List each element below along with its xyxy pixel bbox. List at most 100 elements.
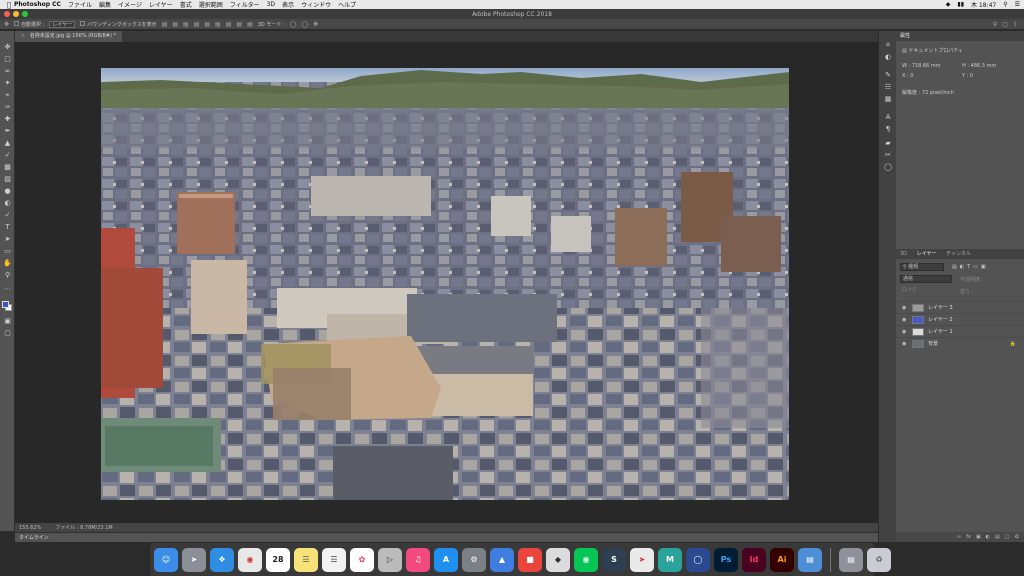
maps-icon[interactable]: ➤ — [630, 547, 654, 572]
menu-3d[interactable]: 3D — [267, 1, 275, 8]
launchpad-icon[interactable]: ➤ — [182, 547, 206, 572]
chrome-icon[interactable]: ◉ — [238, 547, 262, 572]
illustrator-icon[interactable]: Ai — [770, 547, 794, 572]
cinema4d-icon[interactable]: ◯ — [686, 547, 710, 572]
screen-mode-icon[interactable]: ▢ — [3, 329, 12, 338]
blur-tool-icon[interactable]: ● — [3, 187, 12, 196]
filter-pixel-icon[interactable]: ▤ — [952, 264, 957, 270]
type-tool-icon[interactable]: T — [3, 223, 12, 232]
keynote-icon[interactable]: ▷ — [378, 547, 402, 572]
color-panel-icon[interactable]: ◐ — [884, 53, 892, 61]
filter-adjust-icon[interactable]: ◐ — [960, 264, 964, 270]
properties-panel-icon[interactable]: ☷ — [884, 83, 892, 91]
menu-window[interactable]: ウィンドウ — [301, 0, 331, 9]
battery-icon[interactable]: ▮▮ — [957, 1, 964, 8]
healing-brush-tool-icon[interactable]: ✚ — [3, 115, 12, 124]
rhino-icon[interactable]: ◆ — [546, 547, 570, 572]
filter-type-icon[interactable]: T — [967, 264, 970, 270]
auto-select-target-dropdown[interactable]: レイヤー — [49, 20, 76, 28]
tab-layers[interactable]: レイヤー — [917, 251, 937, 257]
fx-icon[interactable]: fx — [966, 532, 971, 542]
path-selection-tool-icon[interactable]: ➤ — [3, 235, 12, 244]
link-layers-icon[interactable]: ∞ — [957, 532, 961, 542]
layer-filter-dropdown[interactable]: ⚲ 種類 — [900, 263, 944, 271]
notification-center-icon[interactable]: ☰ — [1015, 1, 1020, 8]
gradient-tool-icon[interactable]: ▧ — [3, 175, 12, 184]
apple-icon[interactable]:  — [4, 1, 14, 9]
line-icon[interactable]: ◉ — [574, 547, 598, 572]
menubar-clock[interactable]: 木 18:47 — [971, 0, 996, 9]
swatches-panel-icon[interactable]: ▦ — [884, 95, 892, 103]
reminders-icon[interactable]: ☰ — [322, 547, 346, 572]
preview-icon[interactable]: ▤ — [798, 547, 822, 572]
menu-select[interactable]: 選択範囲 — [199, 0, 223, 9]
distribute-h-icon[interactable]: ▤ — [236, 21, 242, 28]
character-panel-icon[interactable]: A — [884, 113, 892, 121]
stamp-tool-icon[interactable]: ▲ — [3, 139, 12, 148]
zoom-tool-icon[interactable]: ⚲ — [3, 271, 12, 280]
photoshop-icon[interactable]: Ps — [714, 547, 738, 572]
zoom-window-button[interactable] — [22, 11, 28, 17]
zoom-level[interactable]: 155.62% — [19, 525, 41, 531]
align-middle-icon[interactable]: ▤ — [172, 21, 178, 28]
align-center-icon[interactable]: ▤ — [204, 21, 210, 28]
add-mask-icon[interactable]: ▣ — [976, 532, 981, 542]
trash-icon[interactable]: ♻ — [1015, 532, 1019, 542]
properties-tab[interactable]: 属性 — [900, 33, 910, 39]
layer-row[interactable]: ◉ レイヤー 3 — [896, 301, 1024, 313]
magic-wand-tool-icon[interactable]: ✦ — [3, 79, 12, 88]
layer-row[interactable]: ◉ レイヤー 1 — [896, 325, 1024, 337]
width-value[interactable]: 718.66 mm — [912, 63, 941, 69]
align-left-icon[interactable]: ▤ — [194, 21, 200, 28]
eyedropper-tool-icon[interactable]: ✑ — [3, 103, 12, 112]
muse-icon[interactable]: M — [658, 547, 682, 572]
crop-tool-icon[interactable]: ⌖ — [3, 91, 12, 100]
filter-smart-icon[interactable]: ▣ — [981, 264, 986, 270]
sketchbook-icon[interactable]: S — [602, 547, 626, 572]
wifi-icon[interactable]: ◆ — [946, 1, 951, 8]
bbox-option[interactable]: バウンディングボックスを表示 — [80, 20, 157, 28]
foreground-color-swatch[interactable] — [2, 301, 9, 308]
bbox-checkbox[interactable] — [80, 20, 86, 26]
hand-tool-icon[interactable]: ✋ — [3, 259, 12, 268]
distribute-icon[interactable]: ▤ — [226, 21, 232, 28]
close-window-button[interactable] — [4, 11, 10, 17]
new-group-icon[interactable]: ▤ — [995, 532, 1000, 542]
align-top-icon[interactable]: ▤ — [162, 21, 168, 28]
shape-tool-icon[interactable]: ▭ — [3, 247, 12, 256]
layer-row[interactable]: ◉ 背景 🔒 — [896, 337, 1024, 349]
indesign-icon[interactable]: Id — [742, 547, 766, 572]
3d-pan-icon[interactable]: ✥ — [313, 21, 318, 28]
document-tab[interactable]: × 名称未設定.jpg @ 156% (RGB/8#) * — [15, 31, 123, 42]
move-tool-icon[interactable]: ✥ — [3, 43, 12, 52]
affinity-icon[interactable]: ▲ — [490, 547, 514, 572]
new-layer-icon[interactable]: □ — [1005, 532, 1010, 542]
lasso-tool-icon[interactable]: ∞ — [3, 67, 12, 76]
menu-edit[interactable]: 編集 — [99, 0, 111, 9]
timeline-panel-tab[interactable]: タイムライン — [15, 532, 878, 542]
photos-icon[interactable]: ✿ — [350, 547, 374, 572]
blend-mode-dropdown[interactable]: 通常 — [900, 275, 952, 283]
more-tools-icon[interactable]: ⋯ — [3, 285, 12, 294]
canvas-workspace[interactable] — [15, 42, 878, 523]
trash-icon[interactable]: ♻ — [867, 547, 891, 572]
tab-3d[interactable]: 3D — [900, 251, 907, 257]
menu-layer[interactable]: レイヤー — [149, 0, 173, 9]
lock-icon[interactable]: 🔒 — [1010, 338, 1016, 350]
workspace-icon[interactable]: ▢ — [1002, 21, 1008, 28]
minimize-window-button[interactable] — [13, 11, 19, 17]
tab-channels[interactable]: チャンネル — [946, 251, 971, 257]
tool-presets-panel-icon[interactable]: ✂ — [884, 151, 892, 159]
share-icon[interactable]: ⇪ — [1013, 21, 1018, 28]
3d-panel-icon[interactable]: ◯ — [884, 163, 892, 171]
move-tool-icon[interactable]: ✥ — [4, 21, 9, 28]
history-brush-tool-icon[interactable]: ✓ — [3, 151, 12, 160]
3d-roll-icon[interactable]: ◯ — [301, 21, 308, 28]
paragraph-panel-icon[interactable]: ¶ — [884, 125, 892, 133]
y-value[interactable]: 0 — [970, 73, 973, 79]
eraser-tool-icon[interactable]: ▩ — [3, 163, 12, 172]
file-size-info[interactable]: ファイル : 8.78M/23.1M — [55, 524, 112, 531]
music-icon[interactable]: ♫ — [406, 547, 430, 572]
menu-filter[interactable]: フィルター — [230, 0, 260, 9]
safari-icon[interactable]: ❖ — [210, 547, 234, 572]
